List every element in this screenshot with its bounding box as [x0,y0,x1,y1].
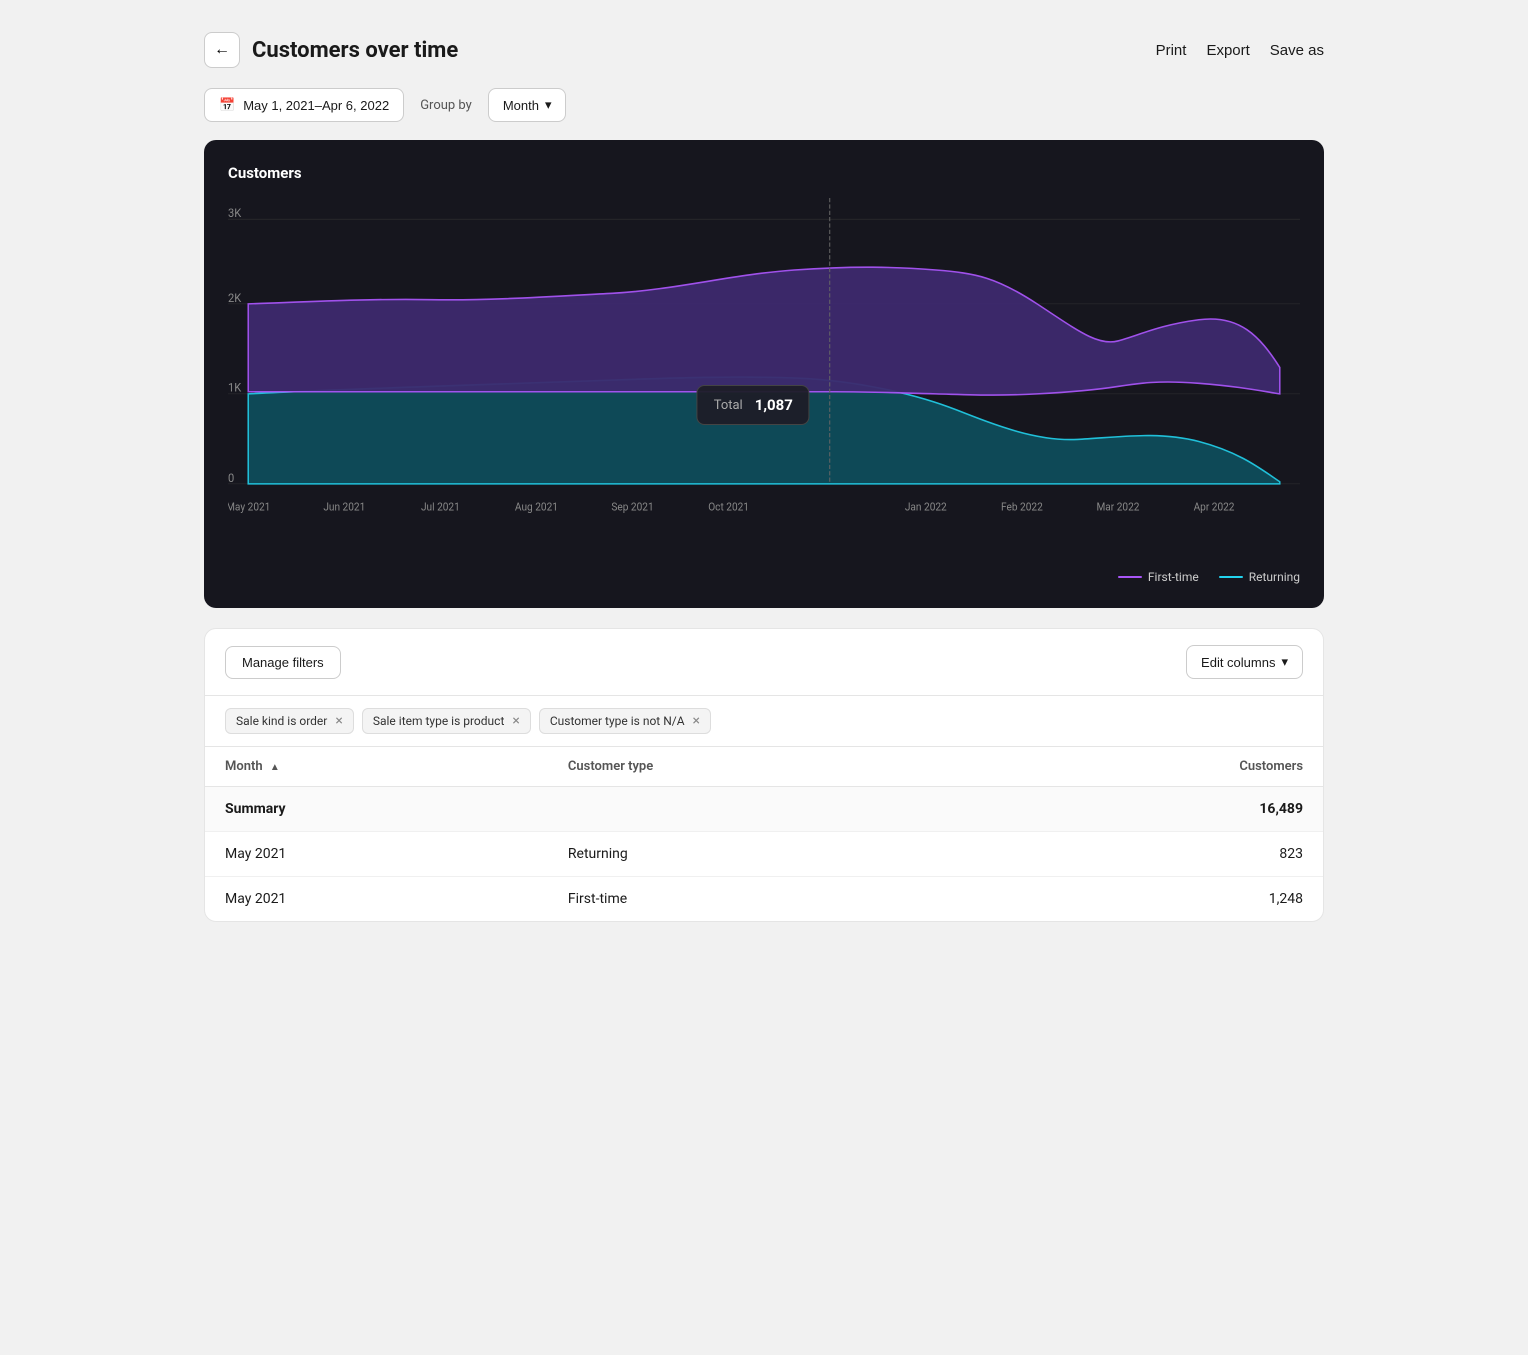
export-button[interactable]: Export [1206,42,1249,59]
svg-text:Jan 2022: Jan 2022 [905,500,947,513]
manage-filters-button[interactable]: Manage filters [225,646,341,679]
chart-area: 3K 2K 1K 0 May 2021 Jun 2021 Jul 2021 Au… [228,198,1300,558]
filter-tag-2: Sale item type is product × [362,708,531,734]
row-type-2: First-time [548,877,972,922]
main-card: Manage filters Edit columns ▾ Sale kind … [204,628,1324,922]
filter-tag-1-label: Sale kind is order [236,714,327,728]
header-actions: Print Export Save as [1156,42,1324,59]
svg-text:Oct 2021: Oct 2021 [708,500,749,513]
filter-tag-2-label: Sale item type is product [373,714,505,728]
data-table: Month ▲ Customer type Customers Summary [205,747,1323,921]
header-left: ← Customers over time [204,32,458,68]
filter-tag-3: Customer type is not N/A × [539,708,711,734]
calendar-icon: 📅 [219,97,235,113]
filter-tag-1-remove[interactable]: × [335,714,342,728]
svg-text:Mar 2022: Mar 2022 [1096,500,1139,513]
filters-bar: 📅 May 1, 2021–Apr 6, 2022 Group by Month… [204,88,1324,122]
chart-svg: 3K 2K 1K 0 May 2021 Jun 2021 Jul 2021 Au… [228,198,1300,558]
filter-tag-1: Sale kind is order × [225,708,354,734]
filter-tags-row: Sale kind is order × Sale item type is p… [205,696,1323,747]
col-header-customer-type[interactable]: Customer type [548,747,972,787]
date-range-picker[interactable]: 📅 May 1, 2021–Apr 6, 2022 [204,88,404,122]
table-row: May 2021 First-time 1,248 [205,877,1323,922]
svg-text:2K: 2K [228,291,242,305]
filter-tag-3-label: Customer type is not N/A [550,714,685,728]
group-by-dropdown[interactable]: Month ▾ [488,88,567,122]
summary-customers: 16,489 [972,787,1323,832]
legend-first-time-line [1118,576,1142,578]
svg-text:Jun 2021: Jun 2021 [323,500,365,513]
edit-columns-label: Edit columns [1201,655,1275,670]
back-button[interactable]: ← [204,32,240,68]
table-header-row: Month ▲ Customer type Customers [205,747,1323,787]
svg-text:May 2021: May 2021 [228,500,270,513]
print-button[interactable]: Print [1156,42,1187,59]
chart-title: Customers [228,164,1300,182]
filter-tag-2-remove[interactable]: × [512,714,519,728]
col-header-customers[interactable]: Customers [972,747,1323,787]
chevron-down-icon: ▾ [545,97,552,113]
group-by-value: Month [503,98,539,113]
legend-first-time-label: First-time [1148,570,1199,584]
table-summary-row: Summary 16,489 [205,787,1323,832]
legend-returning-label: Returning [1249,570,1300,584]
page-header: ← Customers over time Print Export Save … [204,20,1324,88]
svg-text:Jul 2021: Jul 2021 [421,500,460,513]
row-customers-2: 1,248 [972,877,1323,922]
svg-text:Apr 2022: Apr 2022 [1194,500,1235,513]
page-title: Customers over time [252,38,458,63]
col-header-month[interactable]: Month ▲ [205,747,548,787]
chart-container: Customers 3K 2K 1K 0 May 2 [204,140,1324,608]
summary-type [548,787,972,832]
svg-text:1K: 1K [228,381,242,395]
summary-label: Summary [205,787,548,832]
svg-text:Aug 2021: Aug 2021 [515,500,558,513]
row-month-1: May 2021 [205,832,548,877]
svg-text:Sep 2021: Sep 2021 [611,500,653,513]
legend-first-time: First-time [1118,570,1199,584]
chevron-down-icon: ▾ [1281,654,1288,670]
group-by-label: Group by [420,98,472,113]
legend-returning-line [1219,576,1243,578]
date-range-text: May 1, 2021–Apr 6, 2022 [243,98,389,113]
manage-filters-row: Manage filters Edit columns ▾ [205,629,1323,696]
legend-returning: Returning [1219,570,1300,584]
save-as-button[interactable]: Save as [1270,42,1324,59]
table-row: May 2021 Returning 823 [205,832,1323,877]
svg-text:Feb 2022: Feb 2022 [1001,500,1043,513]
row-type-1: Returning [548,832,972,877]
row-month-2: May 2021 [205,877,548,922]
row-customers-1: 823 [972,832,1323,877]
sort-asc-icon: ▲ [270,762,280,773]
chart-legend: First-time Returning [228,570,1300,584]
svg-text:0: 0 [228,471,234,485]
filter-tag-3-remove[interactable]: × [693,714,700,728]
svg-text:3K: 3K [228,206,242,220]
edit-columns-button[interactable]: Edit columns ▾ [1186,645,1303,679]
